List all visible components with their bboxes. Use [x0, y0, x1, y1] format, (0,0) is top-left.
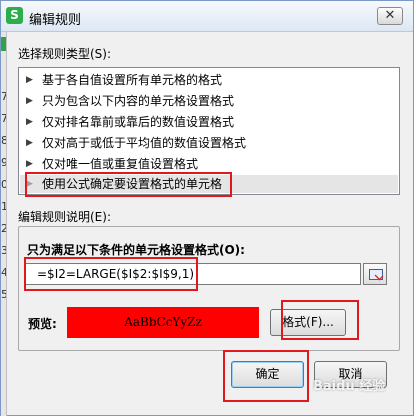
- sheet-row-number: 7: [1, 112, 6, 125]
- preview-label: 预览:: [28, 317, 57, 331]
- highlight-box-ok-button: [223, 350, 309, 402]
- watermark: Baidu 经验: [313, 379, 386, 394]
- sheet-row-number: 0: [1, 178, 6, 191]
- rule-type-item[interactable]: ▶ 仅对排名靠前或靠后的数值设置格式: [20, 113, 398, 131]
- rule-type-item[interactable]: ▶ 只为包含以下内容的单元格设置格式: [20, 92, 398, 110]
- close-button[interactable]: ✕: [377, 7, 403, 25]
- format-preview: AaBbCcYyZz: [67, 307, 259, 338]
- triangle-right-icon: ▶: [26, 138, 33, 148]
- sheet-row-number: 4: [1, 266, 6, 279]
- rule-type-item[interactable]: ▶ 基于各自值设置所有单元格的格式: [20, 71, 398, 89]
- sheet-row-number: 3: [1, 244, 6, 257]
- rule-type-item[interactable]: ▶ 仅对唯一值或重复值设置格式: [20, 155, 398, 173]
- rule-type-item[interactable]: ▶ 仅对高于或低于平均值的数值设置格式: [20, 134, 398, 152]
- background-sheet-strip: 7 7 8 9 0 1 2 3 4 5: [1, 32, 7, 416]
- edit-rule-dialog: S 编辑规则 ✕ 7 7 8 9 0 1 2 3 4 5 选择规则类型(S): …: [0, 0, 414, 416]
- title-bar: S 编辑规则 ✕: [1, 1, 413, 32]
- highlight-box-format-button: [281, 300, 359, 340]
- rule-type-label: 选择规则类型(S):: [18, 47, 112, 61]
- triangle-right-icon: ▶: [26, 117, 33, 127]
- sheet-row-number: 9: [1, 156, 6, 169]
- triangle-right-icon: ▶: [26, 159, 33, 169]
- triangle-right-icon: ▶: [26, 96, 33, 106]
- sheet-row-number: 2: [1, 222, 6, 235]
- rule-description-label: 编辑规则说明(E):: [18, 210, 111, 224]
- highlight-box-formula: [24, 257, 198, 291]
- dialog-title: 编辑规则: [29, 13, 82, 28]
- triangle-right-icon: ▶: [26, 75, 33, 85]
- sheet-row-number: 7: [1, 90, 6, 103]
- sheet-row-number: 8: [1, 134, 6, 147]
- formula-condition-label: 只为满足以下条件的单元格设置格式(O):: [27, 243, 245, 257]
- sheet-row-number: 1: [1, 200, 6, 213]
- wps-app-icon: S: [6, 7, 23, 24]
- sheet-green-marker: [1, 37, 6, 51]
- sheet-row-number: 5: [1, 288, 6, 301]
- range-select-button[interactable]: [363, 263, 387, 285]
- highlight-box-rule-type: [25, 172, 232, 197]
